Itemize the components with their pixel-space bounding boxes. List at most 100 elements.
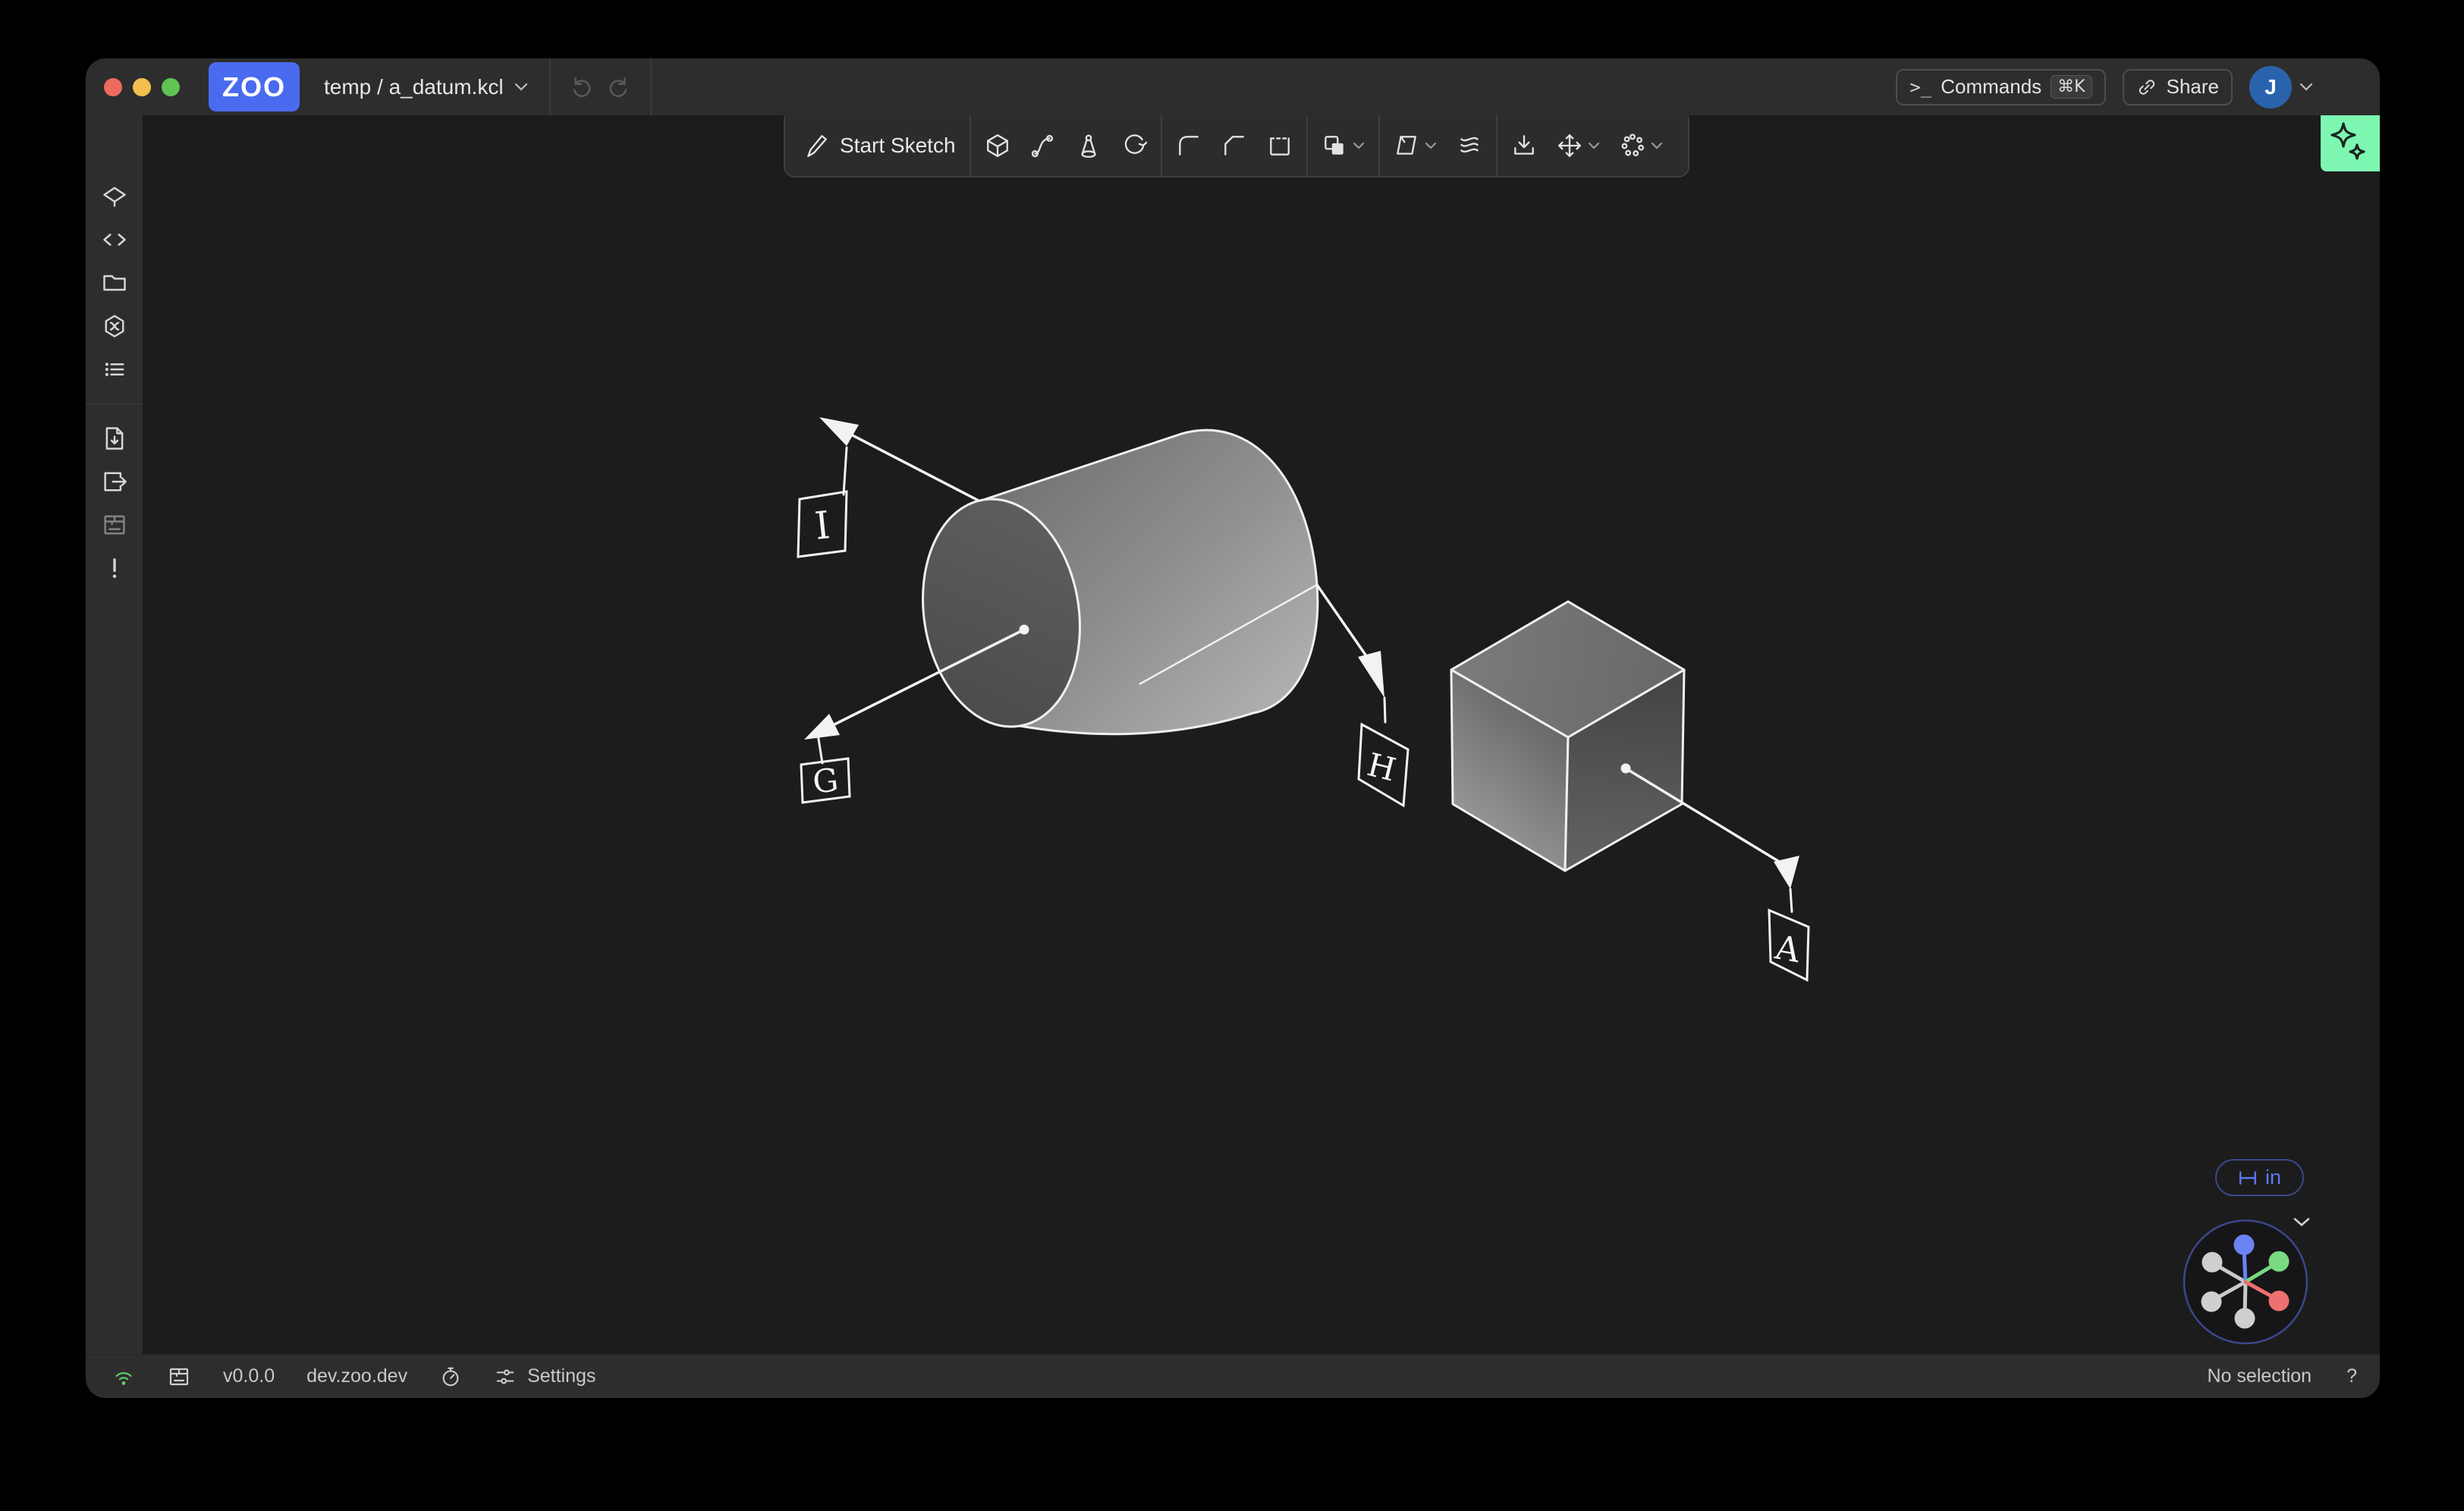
chevron-down-icon bbox=[1588, 142, 1600, 149]
pen-icon bbox=[803, 133, 829, 159]
gizmo-x-handle[interactable] bbox=[2269, 1291, 2290, 1312]
sidebar-item-logs[interactable] bbox=[98, 353, 131, 386]
sidebar-item-project-files[interactable] bbox=[98, 266, 131, 300]
app-version: v0.0.0 bbox=[223, 1365, 275, 1387]
share-label: Share bbox=[2167, 75, 2219, 99]
gizmo-neg-y-handle[interactable] bbox=[2202, 1252, 2223, 1273]
sidebar-item-print[interactable] bbox=[98, 508, 131, 542]
terminal-prompt-icon: >_ bbox=[1909, 77, 1931, 98]
gizmo-menu-button[interactable] bbox=[2292, 1216, 2312, 1228]
datum-I-stem bbox=[844, 448, 847, 495]
modeling-viewport[interactable]: I G H bbox=[143, 115, 2380, 1354]
gizmo-neg-x-handle[interactable] bbox=[2202, 1292, 2222, 1312]
helix-button[interactable] bbox=[1457, 133, 1482, 159]
sidebar-item-import[interactable] bbox=[98, 422, 131, 455]
move-icon bbox=[1557, 133, 1582, 159]
datum-I-arrowhead bbox=[819, 417, 859, 446]
units-indicator[interactable]: in bbox=[2215, 1159, 2304, 1196]
user-menu-button[interactable]: J bbox=[2249, 66, 2313, 108]
orientation-gizmo[interactable] bbox=[2184, 1220, 2307, 1343]
breadcrumb: temp / a_datum.kcl bbox=[324, 75, 504, 99]
exclamation-icon bbox=[101, 554, 128, 582]
measurement-icon bbox=[2238, 1170, 2258, 1186]
environment-label[interactable]: dev.zoo.dev bbox=[306, 1365, 407, 1387]
toolbar-separator bbox=[1496, 115, 1498, 176]
zoo-logo-text: ZOO bbox=[222, 71, 286, 103]
sidebar-item-export[interactable] bbox=[98, 465, 131, 498]
point-cloud-button[interactable] bbox=[1620, 133, 1663, 159]
fillet-icon bbox=[1176, 133, 1202, 159]
plane-icon bbox=[1394, 133, 1419, 159]
settings-button[interactable]: Settings bbox=[494, 1365, 596, 1388]
zoom-window-button[interactable] bbox=[162, 78, 180, 96]
boolean-button[interactable] bbox=[1322, 133, 1365, 159]
gizmo-z-handle[interactable] bbox=[2234, 1235, 2255, 1255]
datum-G-label: G bbox=[811, 761, 841, 800]
folder-icon bbox=[101, 269, 128, 297]
sidebar-item-issues[interactable] bbox=[98, 551, 131, 585]
titlebar-divider bbox=[549, 58, 551, 115]
cube-solid[interactable] bbox=[1451, 602, 1684, 871]
insert-icon bbox=[1511, 133, 1537, 159]
sidebar-item-variables[interactable] bbox=[98, 309, 131, 343]
chevron-down-icon bbox=[1353, 142, 1365, 149]
file-export-icon bbox=[101, 468, 128, 495]
sliders-icon bbox=[494, 1365, 517, 1388]
cylinder-solid[interactable] bbox=[907, 430, 1318, 738]
printer-icon bbox=[101, 511, 128, 539]
title-bar: ZOO temp / a_datum.kcl >_ Commands ⌘K bbox=[86, 58, 2380, 115]
loft-icon bbox=[1076, 133, 1102, 159]
datum-G-stem bbox=[818, 734, 822, 763]
avatar-initial: J bbox=[2264, 75, 2277, 99]
scene-canvas[interactable]: I G H bbox=[143, 115, 2380, 1354]
chevron-down-icon bbox=[514, 83, 528, 91]
revolve-button[interactable] bbox=[1121, 133, 1147, 159]
datum-G-arrowhead bbox=[804, 714, 840, 740]
zoo-logo[interactable]: ZOO bbox=[209, 62, 300, 112]
link-icon bbox=[2136, 77, 2158, 98]
datum-H-label: H bbox=[1363, 746, 1399, 788]
sweep-button[interactable] bbox=[1030, 133, 1056, 159]
chamfer-button[interactable] bbox=[1221, 133, 1247, 159]
datum-H-leader bbox=[1317, 585, 1370, 661]
plane-button[interactable] bbox=[1394, 133, 1437, 159]
commands-button[interactable]: >_ Commands ⌘K bbox=[1896, 69, 2105, 105]
printer-icon[interactable] bbox=[167, 1365, 191, 1389]
redo-button[interactable] bbox=[607, 74, 633, 100]
share-button[interactable]: Share bbox=[2123, 69, 2233, 105]
help-button[interactable]: ? bbox=[2346, 1365, 2357, 1387]
datum-H-arrowhead bbox=[1358, 651, 1384, 698]
status-bar: v0.0.0 dev.zoo.dev Settings No selection… bbox=[86, 1354, 2380, 1398]
stopwatch-icon[interactable] bbox=[439, 1365, 462, 1388]
app-window: I G H bbox=[86, 58, 2380, 1398]
shell-button[interactable] bbox=[1267, 133, 1293, 159]
redo-icon bbox=[607, 74, 633, 100]
close-window-button[interactable] bbox=[104, 78, 122, 96]
gizmo-y-handle[interactable] bbox=[2269, 1252, 2290, 1272]
chevron-down-icon bbox=[1425, 142, 1437, 149]
start-sketch-label: Start Sketch bbox=[840, 134, 956, 158]
sidebar-item-kcl-code[interactable] bbox=[98, 223, 131, 256]
datum-tag-H[interactable]: H bbox=[1317, 585, 1408, 806]
extrude-button[interactable] bbox=[985, 133, 1010, 159]
loft-button[interactable] bbox=[1076, 133, 1102, 159]
chevron-down-icon bbox=[2299, 83, 2313, 91]
file-import-icon bbox=[101, 425, 128, 452]
sidebar-item-feature-tree[interactable] bbox=[98, 180, 131, 213]
units-label: in bbox=[2265, 1166, 2281, 1189]
fillet-button[interactable] bbox=[1176, 133, 1202, 159]
project-menu-button[interactable]: temp / a_datum.kcl bbox=[324, 75, 528, 99]
datum-I-leader bbox=[853, 435, 979, 501]
insert-button[interactable] bbox=[1511, 133, 1537, 159]
chevron-down-icon bbox=[1651, 142, 1663, 149]
network-status-icon[interactable] bbox=[112, 1366, 135, 1387]
gizmo-neg-z-handle[interactable] bbox=[2235, 1308, 2255, 1329]
minimize-window-button[interactable] bbox=[133, 78, 151, 96]
settings-label: Settings bbox=[527, 1365, 596, 1387]
selection-status: No selection bbox=[2208, 1365, 2312, 1387]
transform-button[interactable] bbox=[1557, 133, 1600, 159]
text-to-cad-button[interactable] bbox=[2321, 115, 2380, 171]
point-cloud-icon bbox=[1620, 133, 1645, 159]
undo-button[interactable] bbox=[567, 74, 593, 100]
start-sketch-button[interactable]: Start Sketch bbox=[803, 133, 956, 159]
